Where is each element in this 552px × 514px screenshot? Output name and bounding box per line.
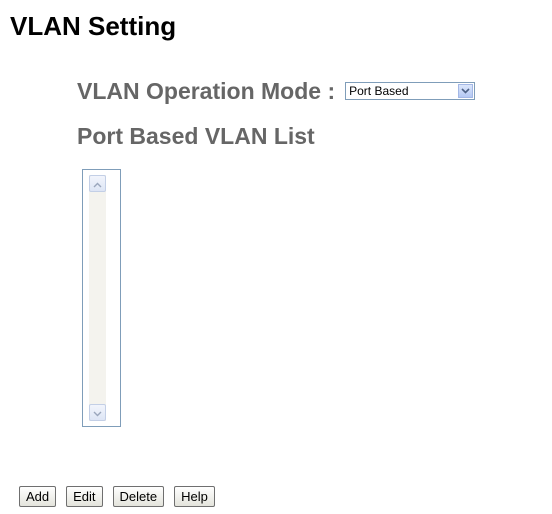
- chevron-down-icon: [93, 404, 102, 422]
- vlan-list-scrollbar[interactable]: [89, 175, 106, 421]
- operation-mode-row: VLAN Operation Mode : Port Based: [77, 77, 476, 104]
- page-title: VLAN Setting: [10, 11, 177, 41]
- edit-button[interactable]: Edit: [66, 486, 103, 507]
- add-button[interactable]: Add: [19, 486, 57, 507]
- operation-mode-select[interactable]: Port Based: [345, 82, 476, 100]
- scroll-down-button[interactable]: [89, 404, 106, 421]
- operation-mode-selected-value: Port Based: [349, 84, 409, 98]
- action-buttons: Add Edit Delete Help: [19, 486, 215, 507]
- vlan-listbox[interactable]: [82, 169, 121, 427]
- chevron-up-icon: [93, 175, 102, 193]
- vlan-list-heading: Port Based VLAN List: [77, 123, 315, 149]
- operation-mode-label: VLAN Operation Mode :: [77, 77, 336, 104]
- chevron-down-icon[interactable]: [458, 84, 474, 98]
- delete-button[interactable]: Delete: [112, 486, 165, 507]
- help-button[interactable]: Help: [174, 486, 215, 507]
- scroll-up-button[interactable]: [89, 175, 106, 192]
